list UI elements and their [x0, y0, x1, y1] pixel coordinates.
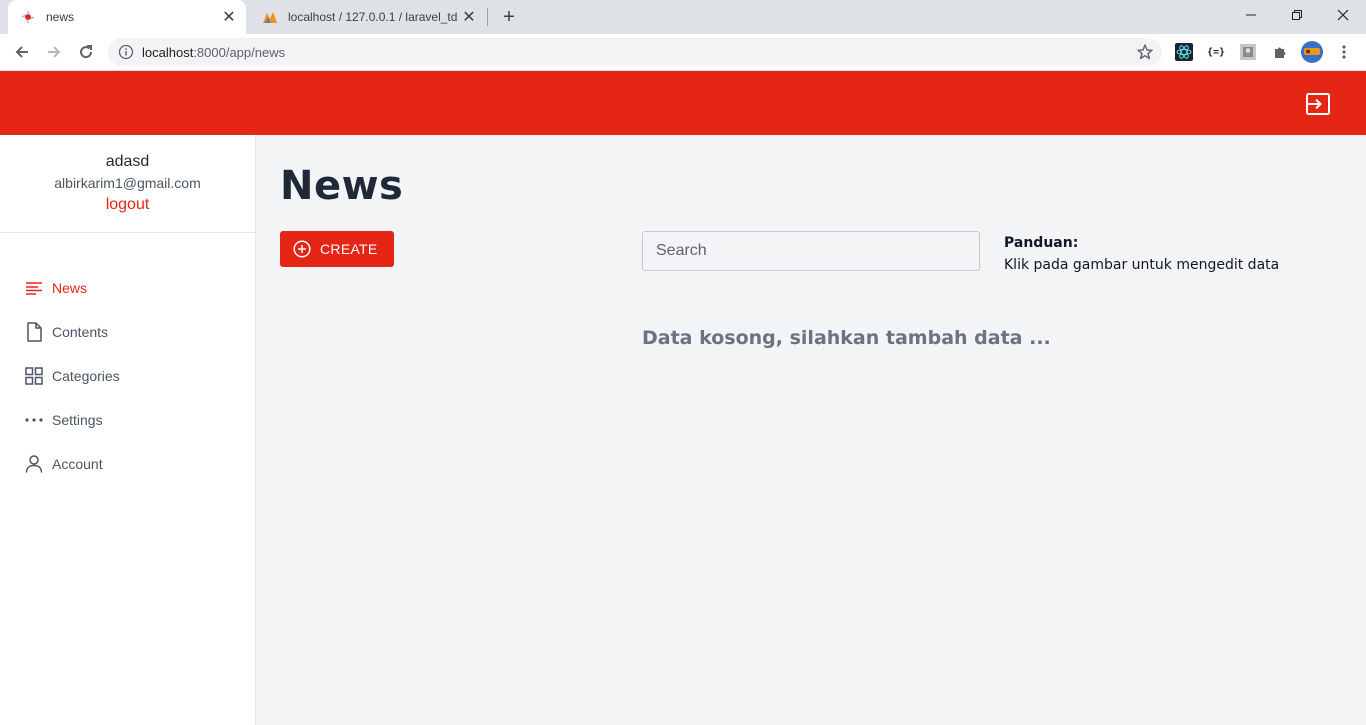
close-window-icon	[1337, 9, 1349, 21]
logout-icon[interactable]	[1306, 93, 1330, 115]
close-tab-icon[interactable]: ✕	[218, 6, 240, 28]
sidebar-menu: News Contents Categories Settings Accoun…	[0, 233, 255, 486]
sidebar-item-label: Categories	[52, 368, 120, 384]
new-tab-button[interactable]: +	[497, 5, 521, 29]
tab-phpmyadmin[interactable]: localhost / 127.0.0.1 / laravel_tds ✕	[250, 0, 486, 34]
url-text: localhost:8000/app/news	[142, 45, 286, 60]
restore-icon	[1292, 10, 1302, 20]
profile-extension-icon[interactable]	[1238, 42, 1258, 62]
minimize-button[interactable]	[1228, 0, 1274, 30]
main-content: News CREATE Panduan: Klik pada gambar un…	[256, 135, 1366, 725]
sidebar-item-label: News	[52, 280, 88, 296]
extensions-puzzle-icon[interactable]	[1270, 42, 1290, 62]
close-tab-icon[interactable]: ✕	[458, 6, 480, 28]
phpmyadmin-favicon-icon	[263, 12, 277, 23]
react-devtools-extension-icon[interactable]	[1174, 42, 1194, 62]
browser-toolbar: localhost:8000/app/news {=}	[0, 34, 1366, 71]
guide-title: Panduan:	[1004, 235, 1079, 251]
sidebar-item-label: Contents	[52, 324, 109, 340]
sidebar-item-label: Settings	[52, 412, 103, 428]
news-lines-icon	[24, 278, 44, 298]
forward-button[interactable]	[40, 38, 68, 66]
browser-tab-bar: news ✕ localhost / 127.0.0.1 / laravel_t…	[0, 0, 1366, 34]
tab-news[interactable]: news ✕	[8, 0, 246, 34]
reload-icon	[80, 45, 93, 59]
user-name: adasd	[105, 153, 150, 170]
sidebar: adasd albirkarim1@gmail.com logout News …	[0, 135, 256, 725]
bookmark-star-icon[interactable]	[1136, 43, 1154, 61]
info-icon[interactable]	[118, 44, 134, 60]
app-favicon-icon	[21, 10, 35, 24]
sidebar-item-settings[interactable]: Settings	[0, 398, 255, 442]
address-bar[interactable]: localhost:8000/app/news	[108, 38, 1162, 66]
reload-button[interactable]	[72, 38, 100, 66]
logout-link[interactable]: logout	[106, 194, 150, 216]
tab-divider	[487, 8, 488, 26]
sidebar-item-news[interactable]: News	[0, 266, 255, 310]
page-title: News	[280, 163, 404, 209]
create-button-label: CREATE	[320, 241, 378, 257]
minimize-icon	[1246, 14, 1256, 16]
sidebar-item-contents[interactable]: Contents	[0, 310, 255, 354]
create-button[interactable]: CREATE	[280, 231, 394, 267]
sidebar-item-label: Account	[52, 456, 103, 472]
profile-avatar-icon[interactable]	[1300, 40, 1324, 64]
browser-menu-icon[interactable]	[1334, 42, 1354, 62]
arrow-right-icon	[48, 46, 61, 58]
empty-state-message: Data kosong, silahkan tambah data ...	[642, 327, 1051, 349]
tab-title: news	[46, 10, 75, 24]
app-header	[0, 71, 1366, 135]
grid-icon	[24, 366, 44, 386]
user-icon	[24, 454, 44, 474]
arrow-left-icon	[15, 46, 28, 58]
user-email: albirkarim1@gmail.com	[54, 175, 201, 191]
guide-box: Panduan: Klik pada gambar untuk mengedit…	[1004, 233, 1279, 277]
restore-button[interactable]	[1274, 0, 1320, 30]
close-window-button[interactable]	[1320, 0, 1366, 30]
back-button[interactable]	[8, 38, 36, 66]
search-input[interactable]	[642, 231, 980, 271]
tab-title: localhost / 127.0.0.1 / laravel_tds	[288, 10, 458, 24]
document-icon	[24, 322, 44, 342]
plus-circle-icon	[293, 240, 311, 258]
guide-text: Klik pada gambar untuk mengedit data	[1004, 257, 1280, 273]
sidebar-item-categories[interactable]: Categories	[0, 354, 255, 398]
user-profile: adasd albirkarim1@gmail.com logout	[0, 135, 255, 233]
dots-icon	[24, 410, 44, 430]
sidebar-item-account[interactable]: Account	[0, 442, 255, 486]
json-viewer-extension-icon[interactable]: {=}	[1206, 42, 1226, 62]
